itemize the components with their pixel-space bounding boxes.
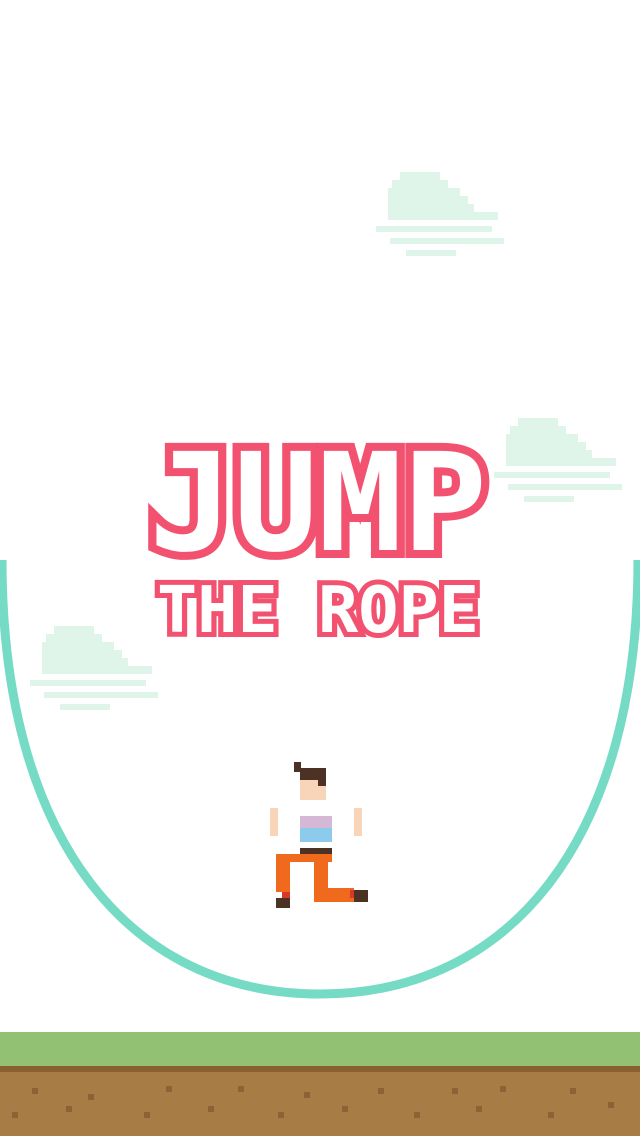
grass-strip — [0, 1032, 640, 1066]
game-stage[interactable]: JUMP THE ROPE — [0, 0, 640, 1136]
player-character[interactable] — [0, 0, 640, 1136]
dirt-specks — [12, 1086, 614, 1118]
